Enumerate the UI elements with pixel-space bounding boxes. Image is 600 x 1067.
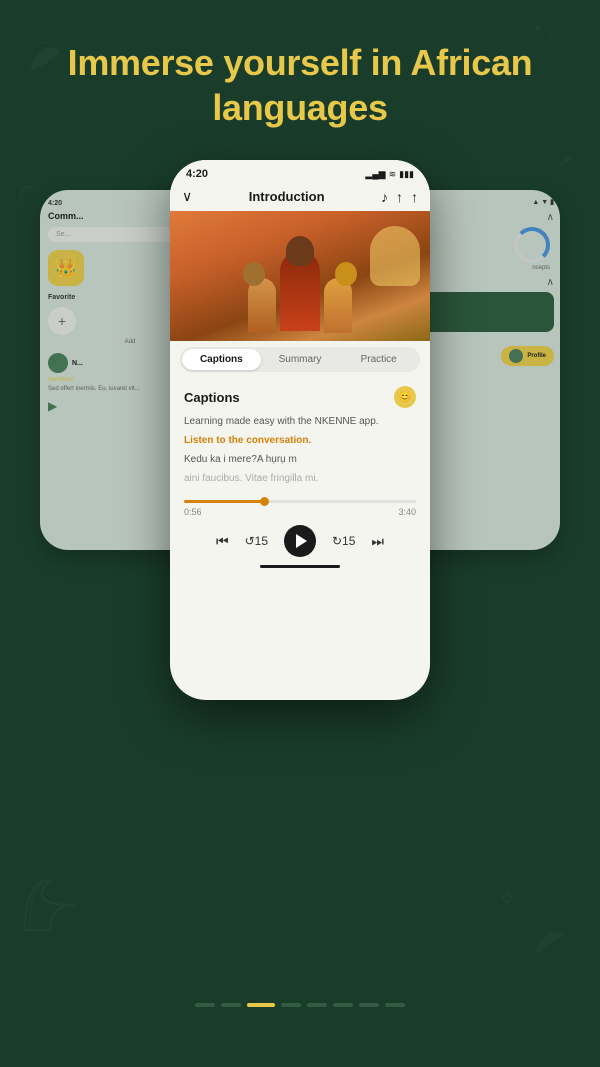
deco-bottom-right [530, 919, 570, 967]
play-button[interactable] [284, 525, 316, 557]
left-user-name: N... [72, 360, 83, 367]
left-add-button[interactable]: + [48, 307, 76, 335]
caption-line1: Learning made easy with the NKENNE app. [184, 414, 416, 429]
forward-icon[interactable]: ↻15 [332, 534, 355, 548]
tab-practice[interactable]: Practice [339, 349, 418, 370]
download-icon[interactable]: ↑ [411, 189, 418, 205]
hero-section: Immerse yourself in African languages [0, 40, 600, 130]
main-time-current: 0:56 [184, 507, 202, 517]
left-user-avatar [48, 353, 68, 373]
speaker-icon[interactable]: ♪ [381, 189, 388, 205]
pagination-dots [195, 1003, 405, 1007]
main-status-time: 4:20 [186, 168, 208, 180]
main-nav-bar: ∨ Introduction ♪ ↑ ↑ [170, 184, 430, 211]
right-profile-avatar [509, 349, 523, 363]
phones-container: 4:20 Comm... Se... 👑 Favorite + Add N...… [40, 160, 560, 810]
phone-main: 4:20 ▂▄▆ ≋ ▮▮▮ ∨ Introduction ♪ ↑ ↑ [170, 160, 430, 700]
wifi-icon: ≋ [389, 169, 397, 180]
left-icon-box: 👑 [48, 250, 84, 286]
main-video-thumbnail [170, 211, 430, 341]
main-progress-dot [260, 497, 269, 506]
main-video-image [170, 211, 430, 341]
main-progress-fill [184, 500, 265, 503]
left-play-icon[interactable]: ▶ [48, 399, 57, 413]
back-chevron-icon[interactable]: ∨ [182, 188, 192, 205]
caption-fade-line: aini faucibus. Vitae fringilla mi. [184, 471, 416, 486]
main-time-row: 0:56 3:40 [184, 507, 416, 517]
caption-line2: Kedu ka i mere?A hụrụ m [184, 452, 416, 467]
main-nav-title: Introduction [249, 189, 325, 204]
dot-2[interactable] [221, 1003, 241, 1007]
main-section-title: Captions 😊 [184, 386, 416, 408]
play-triangle-icon [296, 534, 307, 548]
home-indicator [260, 565, 340, 568]
dot-3-active[interactable] [247, 1003, 275, 1007]
main-status-bar: 4:20 ▂▄▆ ≋ ▮▮▮ [170, 160, 430, 184]
main-content-area: Captions 😊 Learning made easy with the N… [170, 378, 430, 494]
dot-5[interactable] [307, 1003, 327, 1007]
deco-mid-left [15, 180, 35, 205]
tab-summary[interactable]: Summary [261, 349, 340, 370]
captions-label: Captions [184, 390, 240, 405]
main-tab-bar: Captions Summary Practice [180, 347, 420, 372]
skip-back-icon[interactable]: ⏮ [216, 533, 229, 550]
deco-bottom-right2 [495, 886, 520, 917]
deco-bottom-left [20, 875, 80, 947]
main-status-icons: ▂▄▆ ≋ ▮▮▮ [365, 169, 414, 180]
main-time-total: 3:40 [398, 507, 416, 517]
section-emoji-icon: 😊 [394, 386, 416, 408]
main-audio-player: 0:56 3:40 ⏮ ↺15 ↻15 ⏭ [170, 494, 430, 578]
main-progress-bar[interactable] [184, 500, 416, 503]
dot-7[interactable] [359, 1003, 379, 1007]
right-concepts-label: ncepts [532, 265, 550, 271]
right-profile-button[interactable]: Profile [501, 346, 554, 366]
caption-highlight-line: Listen to the conversation. [184, 433, 416, 448]
battery-icon: ▮▮▮ [399, 169, 414, 180]
main-nav-icons: ♪ ↑ ↑ [381, 189, 418, 205]
skip-forward-icon[interactable]: ⏭ [371, 533, 384, 550]
share-icon[interactable]: ↑ [396, 189, 403, 205]
right-donut-chart [514, 227, 550, 263]
right-profile-label: Profile [527, 353, 546, 359]
dot-4[interactable] [281, 1003, 301, 1007]
rewind-icon[interactable]: ↺15 [245, 534, 268, 548]
main-player-controls: ⏮ ↺15 ↻15 ⏭ [184, 525, 416, 557]
hero-title: Immerse yourself in African languages [40, 40, 560, 130]
dot-1[interactable] [195, 1003, 215, 1007]
dot-8[interactable] [385, 1003, 405, 1007]
dot-6[interactable] [333, 1003, 353, 1007]
tab-captions[interactable]: Captions [182, 349, 261, 370]
signal-icon: ▂▄▆ [365, 169, 385, 180]
